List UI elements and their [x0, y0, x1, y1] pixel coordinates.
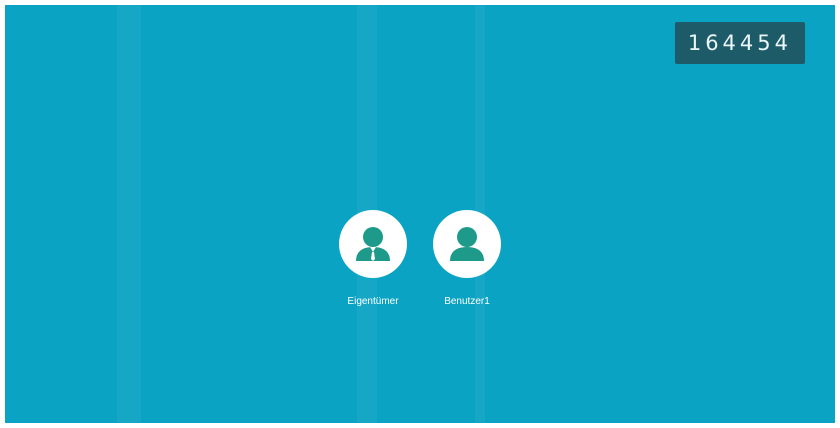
owner-avatar[interactable] [339, 210, 407, 278]
user-selection-screen: 164454 Eigentümer Benutzer1 [5, 5, 835, 423]
pairing-code: 164454 [674, 22, 805, 64]
owner-avatar-icon [356, 227, 390, 261]
user-avatar-icon [450, 227, 484, 261]
user-item-owner[interactable]: Eigentümer [339, 210, 407, 307]
user-item-benutzer1[interactable]: Benutzer1 [433, 210, 501, 307]
user-list: Eigentümer Benutzer1 [339, 210, 501, 307]
user-label: Benutzer1 [444, 296, 490, 307]
screen-streak [117, 5, 141, 423]
user-avatar[interactable] [433, 210, 501, 278]
owner-label: Eigentümer [347, 296, 399, 307]
